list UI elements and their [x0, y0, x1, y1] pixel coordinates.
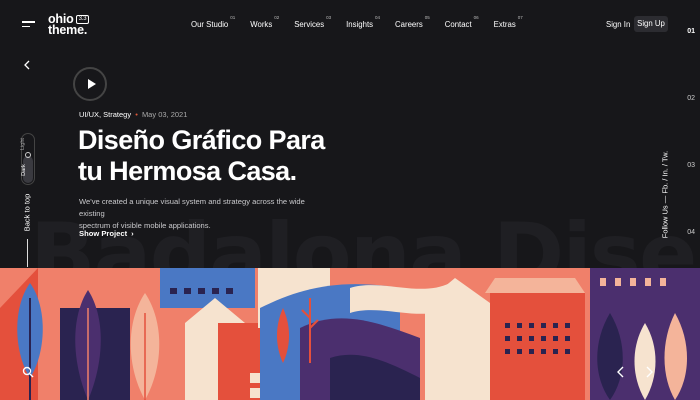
post-date: May 03, 2021: [141, 110, 188, 119]
show-project-button[interactable]: Show Project ›: [79, 229, 134, 238]
follow-dash: —: [660, 195, 670, 204]
social-link-instagram[interactable]: In.: [661, 168, 670, 176]
post-meta: UI/UX, Strategy • May 03, 2021: [79, 110, 187, 119]
post-categories[interactable]: UI/UX, Strategy: [79, 110, 131, 119]
slide-number[interactable]: 02: [687, 95, 695, 102]
back-to-top-line: [27, 239, 28, 267]
description-line-1: We've created a unique visual system and…: [79, 197, 305, 218]
hamburger-icon[interactable]: [22, 21, 35, 29]
back-to-top-link[interactable]: Back to top: [23, 189, 32, 237]
show-project-label: Show Project: [79, 229, 128, 238]
page-title: Diseño Gráfico Para tu Hermosa Casa.: [78, 125, 398, 187]
slide-number[interactable]: 04: [687, 229, 695, 236]
nav-item-works[interactable]: Works 02: [250, 15, 279, 29]
chevron-right-icon: ›: [131, 229, 134, 238]
social-separator: /: [660, 178, 670, 181]
nav-item-our-studio[interactable]: Our Studio 01: [191, 15, 235, 29]
meta-separator: •: [135, 110, 138, 119]
play-icon[interactable]: [73, 67, 107, 101]
title-line-1: Diseño Gráfico Para: [78, 125, 325, 155]
title-line-2: tu Hermosa Casa.: [78, 156, 297, 186]
nav-item-services[interactable]: Services 03: [294, 15, 331, 29]
arrow-left-icon[interactable]: [616, 366, 626, 378]
logo-line2: theme.: [48, 23, 88, 37]
theme-toggle[interactable]: Light Dark: [19, 133, 35, 185]
main-nav: Our Studio 01 Works 02 Services 03 Insights…: [191, 15, 538, 29]
slide-number[interactable]: 03: [687, 162, 695, 169]
hero-description: We've created a unique visual system and…: [79, 196, 319, 232]
hero-illustration: [0, 268, 700, 400]
page: Badalona Diseño ohio3.3 theme. Our Studi…: [0, 0, 700, 400]
nav-item-extras[interactable]: Extras 07: [494, 15, 523, 29]
chevron-left-icon[interactable]: [23, 60, 32, 70]
slide-number[interactable]: 01: [687, 28, 695, 35]
theme-dark-label: Dark: [20, 164, 27, 176]
sign-in-link[interactable]: Sign In: [606, 20, 630, 29]
moon-icon: [25, 152, 31, 158]
theme-light-label: Light: [19, 138, 26, 150]
social-link-facebook[interactable]: Fb.: [661, 183, 670, 194]
social-link-twitter[interactable]: Tw.: [661, 151, 670, 162]
nav-item-contact[interactable]: Contact 06: [445, 15, 479, 29]
logo[interactable]: ohio 3.3 theme.: [48, 13, 90, 37]
social-separator: /: [660, 163, 670, 167]
follow-us: Follow Us — Fb. / In. / Tw.: [661, 150, 670, 240]
arrow-right-icon[interactable]: [644, 366, 654, 378]
follow-us-label: Follow Us: [660, 205, 670, 239]
sign-up-button[interactable]: Sign Up: [634, 16, 668, 32]
nav-item-insights[interactable]: Insights 04: [346, 15, 380, 29]
search-icon[interactable]: [22, 366, 34, 378]
nav-item-careers[interactable]: Careers 05: [395, 15, 430, 29]
